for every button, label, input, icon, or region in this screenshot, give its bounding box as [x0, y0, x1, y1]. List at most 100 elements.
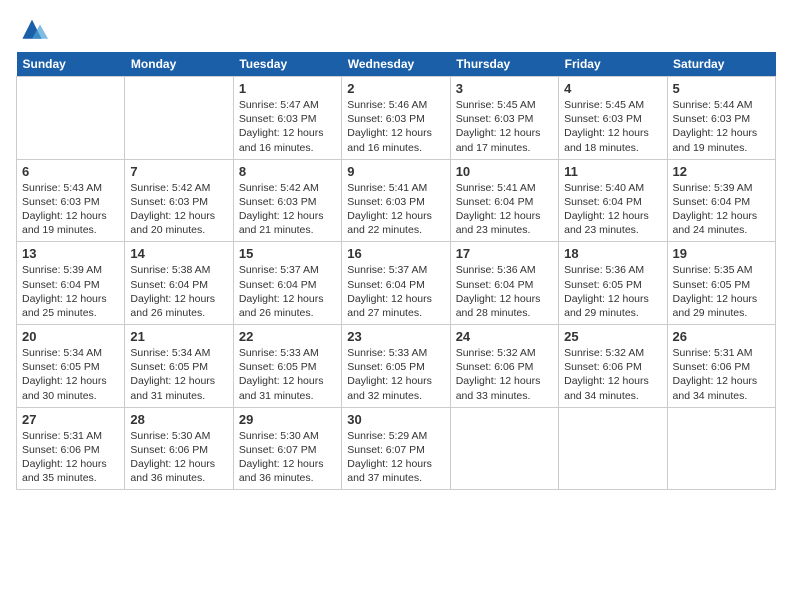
- calendar-cell: 9 Sunrise: 5:41 AM Sunset: 6:03 PM Daylig…: [342, 159, 450, 242]
- day-info: Sunrise: 5:45 AM Sunset: 6:03 PM Dayligh…: [456, 98, 553, 155]
- day-number: 29: [239, 412, 336, 427]
- day-info: Sunrise: 5:37 AM Sunset: 6:04 PM Dayligh…: [239, 263, 336, 320]
- calendar-cell: 10 Sunrise: 5:41 AM Sunset: 6:04 PM Dayli…: [450, 159, 558, 242]
- calendar-cell: 12Sunrise: 5:39 AM Sunset: 6:04 PM Dayli…: [667, 159, 775, 242]
- day-number: 4: [564, 81, 661, 96]
- day-number: 18: [564, 246, 661, 261]
- day-info: Sunrise: 5:39 AM Sunset: 6:04 PM Dayligh…: [22, 263, 119, 320]
- day-info: Sunrise: 5:33 AM Sunset: 6:05 PM Dayligh…: [347, 346, 444, 403]
- calendar-cell: 17 Sunrise: 5:36 AM Sunset: 6:04 PM Dayli…: [450, 242, 558, 325]
- calendar-cell: 19 Sunrise: 5:35 AM Sunset: 6:05 PM Dayli…: [667, 242, 775, 325]
- day-info: Sunrise: 5:37 AM Sunset: 6:04 PM Dayligh…: [347, 263, 444, 320]
- page-header: [16, 16, 776, 44]
- day-number: 2: [347, 81, 444, 96]
- calendar-cell: 16 Sunrise: 5:37 AM Sunset: 6:04 PM Dayli…: [342, 242, 450, 325]
- calendar-cell: 29Sunrise: 5:30 AM Sunset: 6:07 PM Dayli…: [233, 407, 341, 490]
- day-info: Sunrise: 5:42 AM Sunset: 6:03 PM Dayligh…: [130, 181, 227, 238]
- day-info: Sunrise: 5:35 AM Sunset: 6:05 PM Dayligh…: [673, 263, 770, 320]
- calendar-week-row: 27Sunrise: 5:31 AM Sunset: 6:06 PM Dayli…: [17, 407, 776, 490]
- day-number: 23: [347, 329, 444, 344]
- day-number: 27: [22, 412, 119, 427]
- calendar-cell: 22 Sunrise: 5:33 AM Sunset: 6:05 PM Dayli…: [233, 325, 341, 408]
- logo-icon: [16, 16, 48, 44]
- calendar-cell: 13 Sunrise: 5:39 AM Sunset: 6:04 PM Dayli…: [17, 242, 125, 325]
- day-info: Sunrise: 5:40 AM Sunset: 6:04 PM Dayligh…: [564, 181, 661, 238]
- calendar-cell: [667, 407, 775, 490]
- day-info: Sunrise: 5:33 AM Sunset: 6:05 PM Dayligh…: [239, 346, 336, 403]
- day-number: 10: [456, 164, 553, 179]
- calendar-cell: 23 Sunrise: 5:33 AM Sunset: 6:05 PM Dayli…: [342, 325, 450, 408]
- day-number: 19: [673, 246, 770, 261]
- day-info: Sunrise: 5:32 AM Sunset: 6:06 PM Dayligh…: [456, 346, 553, 403]
- weekday-row: SundayMondayTuesdayWednesdayThursdayFrid…: [17, 52, 776, 77]
- calendar-cell: 25Sunrise: 5:32 AM Sunset: 6:06 PM Dayli…: [559, 325, 667, 408]
- day-number: 25: [564, 329, 661, 344]
- calendar-cell: [125, 77, 233, 160]
- calendar-cell: [450, 407, 558, 490]
- calendar-week-row: 1 Sunrise: 5:47 AM Sunset: 6:03 PM Daylig…: [17, 77, 776, 160]
- calendar-week-row: 20 Sunrise: 5:34 AM Sunset: 6:05 PM Dayli…: [17, 325, 776, 408]
- day-number: 14: [130, 246, 227, 261]
- day-number: 11: [564, 164, 661, 179]
- day-number: 21: [130, 329, 227, 344]
- day-number: 7: [130, 164, 227, 179]
- day-info: Sunrise: 5:31 AM Sunset: 6:06 PM Dayligh…: [673, 346, 770, 403]
- day-number: 1: [239, 81, 336, 96]
- calendar-cell: 4Sunrise: 5:45 AM Sunset: 6:03 PM Daylig…: [559, 77, 667, 160]
- calendar-cell: [559, 407, 667, 490]
- day-number: 26: [673, 329, 770, 344]
- calendar-cell: [17, 77, 125, 160]
- day-info: Sunrise: 5:34 AM Sunset: 6:05 PM Dayligh…: [22, 346, 119, 403]
- weekday-header: Thursday: [450, 52, 558, 77]
- day-info: Sunrise: 5:36 AM Sunset: 6:04 PM Dayligh…: [456, 263, 553, 320]
- day-info: Sunrise: 5:41 AM Sunset: 6:03 PM Dayligh…: [347, 181, 444, 238]
- calendar-cell: 11 Sunrise: 5:40 AM Sunset: 6:04 PM Dayli…: [559, 159, 667, 242]
- calendar-cell: 20 Sunrise: 5:34 AM Sunset: 6:05 PM Dayli…: [17, 325, 125, 408]
- calendar-header: SundayMondayTuesdayWednesdayThursdayFrid…: [17, 52, 776, 77]
- calendar-cell: 14Sunrise: 5:38 AM Sunset: 6:04 PM Dayli…: [125, 242, 233, 325]
- day-info: Sunrise: 5:47 AM Sunset: 6:03 PM Dayligh…: [239, 98, 336, 155]
- day-number: 16: [347, 246, 444, 261]
- day-info: Sunrise: 5:44 AM Sunset: 6:03 PM Dayligh…: [673, 98, 770, 155]
- calendar-cell: 5 Sunrise: 5:44 AM Sunset: 6:03 PM Daylig…: [667, 77, 775, 160]
- calendar-cell: 3 Sunrise: 5:45 AM Sunset: 6:03 PM Daylig…: [450, 77, 558, 160]
- day-info: Sunrise: 5:43 AM Sunset: 6:03 PM Dayligh…: [22, 181, 119, 238]
- calendar-cell: 7 Sunrise: 5:42 AM Sunset: 6:03 PM Daylig…: [125, 159, 233, 242]
- day-info: Sunrise: 5:46 AM Sunset: 6:03 PM Dayligh…: [347, 98, 444, 155]
- day-info: Sunrise: 5:36 AM Sunset: 6:05 PM Dayligh…: [564, 263, 661, 320]
- calendar-cell: 21 Sunrise: 5:34 AM Sunset: 6:05 PM Dayli…: [125, 325, 233, 408]
- day-number: 8: [239, 164, 336, 179]
- day-number: 30: [347, 412, 444, 427]
- day-number: 20: [22, 329, 119, 344]
- calendar-cell: 30 Sunrise: 5:29 AM Sunset: 6:07 PM Dayli…: [342, 407, 450, 490]
- day-number: 6: [22, 164, 119, 179]
- calendar-cell: 15 Sunrise: 5:37 AM Sunset: 6:04 PM Dayli…: [233, 242, 341, 325]
- day-number: 15: [239, 246, 336, 261]
- calendar-cell: 6 Sunrise: 5:43 AM Sunset: 6:03 PM Daylig…: [17, 159, 125, 242]
- day-info: Sunrise: 5:42 AM Sunset: 6:03 PM Dayligh…: [239, 181, 336, 238]
- calendar-body: 1 Sunrise: 5:47 AM Sunset: 6:03 PM Daylig…: [17, 77, 776, 490]
- weekday-header: Wednesday: [342, 52, 450, 77]
- weekday-header: Sunday: [17, 52, 125, 77]
- calendar-cell: 8 Sunrise: 5:42 AM Sunset: 6:03 PM Daylig…: [233, 159, 341, 242]
- calendar-week-row: 6 Sunrise: 5:43 AM Sunset: 6:03 PM Daylig…: [17, 159, 776, 242]
- calendar-cell: 2 Sunrise: 5:46 AM Sunset: 6:03 PM Daylig…: [342, 77, 450, 160]
- day-number: 13: [22, 246, 119, 261]
- calendar-table: SundayMondayTuesdayWednesdayThursdayFrid…: [16, 52, 776, 490]
- day-info: Sunrise: 5:29 AM Sunset: 6:07 PM Dayligh…: [347, 429, 444, 486]
- logo: [16, 16, 52, 44]
- weekday-header: Monday: [125, 52, 233, 77]
- weekday-header: Friday: [559, 52, 667, 77]
- day-number: 3: [456, 81, 553, 96]
- day-info: Sunrise: 5:41 AM Sunset: 6:04 PM Dayligh…: [456, 181, 553, 238]
- day-number: 28: [130, 412, 227, 427]
- calendar-cell: 1 Sunrise: 5:47 AM Sunset: 6:03 PM Daylig…: [233, 77, 341, 160]
- calendar-week-row: 13 Sunrise: 5:39 AM Sunset: 6:04 PM Dayli…: [17, 242, 776, 325]
- calendar-cell: 28Sunrise: 5:30 AM Sunset: 6:06 PM Dayli…: [125, 407, 233, 490]
- day-number: 9: [347, 164, 444, 179]
- calendar-cell: 27Sunrise: 5:31 AM Sunset: 6:06 PM Dayli…: [17, 407, 125, 490]
- day-number: 22: [239, 329, 336, 344]
- day-number: 5: [673, 81, 770, 96]
- day-number: 17: [456, 246, 553, 261]
- day-info: Sunrise: 5:34 AM Sunset: 6:05 PM Dayligh…: [130, 346, 227, 403]
